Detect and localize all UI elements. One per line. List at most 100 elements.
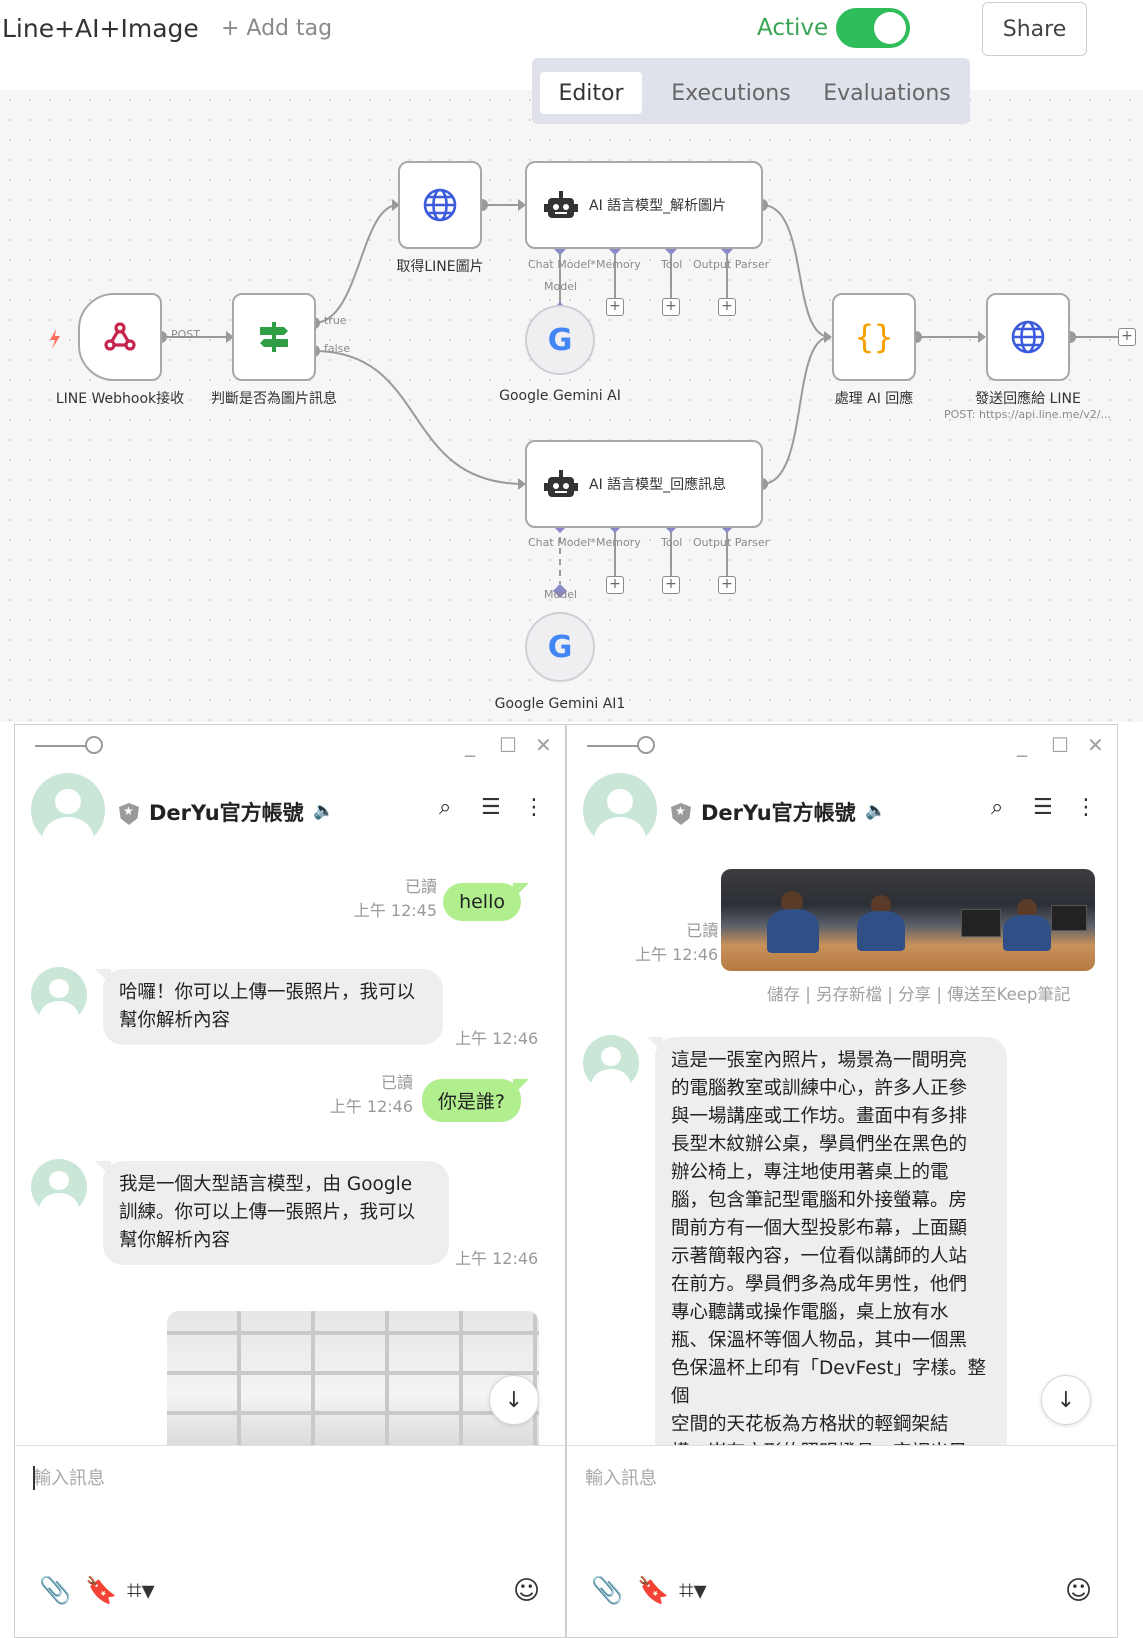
globe-icon [1011,320,1045,354]
text-caret [33,1466,35,1490]
add-output-parser-button[interactable]: + [718,298,736,316]
tab-executions[interactable]: Executions [656,72,806,114]
account-name[interactable]: DerYu官方帳號 [701,797,856,827]
node-send-to-line[interactable] [986,293,1070,381]
emoji-icon[interactable]: ☺ [1065,1576,1092,1606]
workflow-title[interactable]: Line+AI+Image [2,14,199,43]
message-input[interactable] [33,1458,533,1498]
window-titlebar: _ ☐ ✕ [567,725,1117,765]
pin-icon[interactable] [85,736,103,754]
message-meta: 已讀 上午 12:45 [353,877,437,920]
attach-icon[interactable]: 📎 [591,1576,623,1606]
node-label-process: 處理 AI 回應 [834,391,914,407]
maximize-icon[interactable]: ☐ [499,733,517,757]
workflow-canvas[interactable]: LINE Webhook接收 POST 判斷是否為圖片訊息 true false… [0,90,1143,722]
account-avatar[interactable] [583,773,657,847]
node-line-webhook[interactable] [78,293,162,381]
search-icon[interactable]: ⌕ [439,795,451,820]
verified-shield-icon [119,803,139,825]
message-input[interactable] [585,1458,1085,1498]
active-toggle[interactable] [836,8,910,48]
globe-icon [423,188,457,222]
message-time: 上午 12:46 [455,1249,539,1268]
port-tool: Tool [661,536,683,549]
crop-icon[interactable]: ⌗▾ [127,1576,155,1607]
scroll-down-icon[interactable]: ↓ [489,1375,539,1425]
tab-evaluations[interactable]: Evaluations [812,72,962,114]
node-label-switch: 判斷是否為圖片訊息 [211,391,337,407]
node-label-gemini-1: Google Gemini AI1 [494,696,626,712]
crop-icon[interactable]: ⌗▾ [679,1576,707,1607]
toggle-knob [874,12,906,44]
port-model: Model [544,280,578,293]
signpost-icon [260,322,288,352]
robot-icon [544,191,578,218]
port-output-parser: Output Parser [693,536,770,549]
account-name[interactable]: DerYu官方帳號 [149,797,304,827]
account-avatar[interactable] [31,773,105,847]
notes-icon[interactable]: ☰ [1033,795,1053,820]
port-output-parser: Output Parser [693,258,770,271]
pin-icon[interactable] [637,736,655,754]
add-output-parser-button[interactable]: + [718,576,736,594]
add-tool-button[interactable]: + [662,576,680,594]
search-icon[interactable]: ⌕ [991,795,1003,820]
code-braces-icon: {} [854,318,894,356]
workflow-header: Line+AI+Image + Add tag Active Share [0,0,1143,60]
screen: Line+AI+Image + Add tag Active Share LIN… [0,0,1143,1638]
add-tool-button[interactable]: + [662,298,680,316]
sent-photo[interactable] [167,1311,539,1445]
add-node-button[interactable]: + [1118,328,1136,346]
maximize-icon[interactable]: ☐ [1051,733,1069,757]
tab-editor[interactable]: Editor [540,72,642,114]
node-label-get-image: 取得LINE圖片 [396,259,484,275]
bot-avatar[interactable] [583,1035,639,1091]
node-label-agent-image: AI 語言模型_解析圖片 [589,198,727,214]
scroll-down-icon[interactable]: ↓ [1041,1375,1091,1425]
image-actions[interactable]: 儲存 | 另存新檔 | 分享 | 傳送至Keep筆記 [767,981,1070,1005]
verified-shield-icon [671,803,691,825]
node-google-gemini-1[interactable]: G [525,612,595,682]
share-button[interactable]: Share [982,2,1087,56]
view-tabs: Editor Executions Evaluations [532,58,970,124]
node-ai-agent-reply[interactable]: AI 語言模型_回應訊息 [525,440,763,528]
close-icon[interactable]: ✕ [535,733,552,757]
emoji-icon[interactable]: ☺ [513,1576,540,1606]
incoming-message[interactable]: 哈囉！你可以上傳一張照片，我可以 幫你解析內容 [103,969,443,1045]
minimize-icon[interactable]: _ [465,733,475,757]
bookmark-icon[interactable]: 🔖 [85,1576,117,1606]
more-icon[interactable]: ⋮ [1075,795,1097,820]
notes-icon[interactable]: ☰ [481,795,501,820]
node-process-ai-response[interactable]: {} [832,293,916,381]
robot-icon [544,470,578,497]
window-titlebar: _ ☐ ✕ [15,725,565,765]
more-icon[interactable]: ⋮ [523,795,545,820]
sent-classroom-photo[interactable] [721,869,1095,971]
bot-avatar[interactable] [31,1159,87,1215]
outgoing-message[interactable]: 你是誰? [421,1079,521,1122]
port-model: Model [544,588,578,601]
edge-label-true: true [324,314,347,327]
node-get-line-image[interactable] [398,161,482,249]
add-memory-button[interactable]: + [606,576,624,594]
outgoing-message[interactable]: hello [443,883,521,921]
message-list[interactable]: 已讀 上午 12:45 hello 哈囉！你可以上傳一張照片，我可以 幫你解析內容… [15,861,565,1445]
port-tool: Tool [661,258,683,271]
add-tag-button[interactable]: + Add tag [221,16,332,41]
node-ai-agent-image[interactable]: AI 語言模型_解析圖片 [525,161,763,249]
bot-avatar[interactable] [31,967,87,1023]
bookmark-icon[interactable]: 🔖 [637,1576,669,1606]
node-google-gemini[interactable]: G [525,305,595,375]
minimize-icon[interactable]: _ [1017,733,1027,757]
message-composer: 📎 🔖 ⌗▾ ☺ [567,1445,1117,1637]
close-icon[interactable]: ✕ [1087,733,1104,757]
attach-icon[interactable]: 📎 [39,1576,71,1606]
message-meta: 已讀 上午 12:46 [635,921,719,964]
add-memory-button[interactable]: + [606,298,624,316]
google-icon: G [547,629,573,665]
node-switch[interactable] [232,293,316,381]
message-list[interactable]: 已讀 上午 12:46 儲存 | 另存新檔 | 分享 | 傳送至Keep筆記 這是… [567,861,1117,1445]
incoming-message[interactable]: 我是一個大型語言模型，由 Google 訓練。你可以上傳一張照片，我可以 幫你解… [103,1161,449,1265]
pin-slider-track [35,745,87,747]
incoming-message[interactable]: 這是一張室內照片，場景為一間明亮 的電腦教室或訓練中心，許多人正參 與一場講座或… [655,1037,1007,1445]
